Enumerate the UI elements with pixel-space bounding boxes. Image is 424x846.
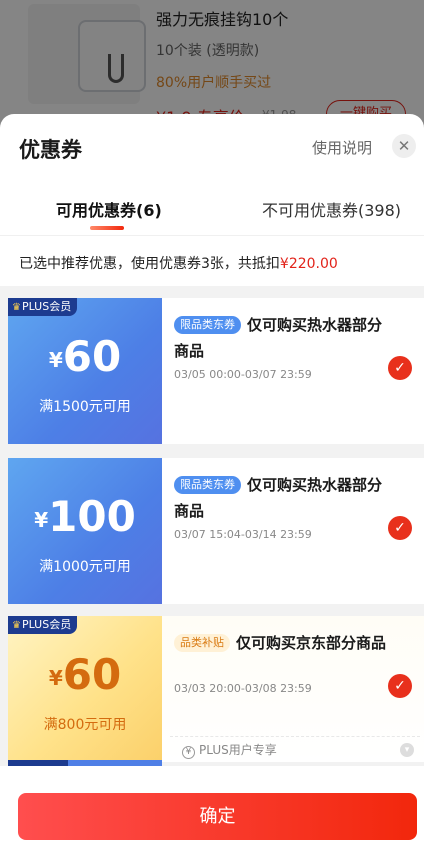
coupon-card[interactable]: ♛PLUS会员 ¥60 满1500元可用 限品类东券 仅可购买热水器部分商品 03… bbox=[8, 298, 424, 444]
checkmark-icon[interactable]: ✓ bbox=[388, 356, 412, 380]
checkmark-icon[interactable]: ✓ bbox=[388, 674, 412, 698]
coupon-validity: 03/07 15:04-03/14 23:59 bbox=[174, 528, 312, 541]
summary-text: 已选中推荐优惠，使用优惠券3张，共抵扣 bbox=[19, 256, 280, 272]
coupon-card[interactable]: ¥100 满1000元可用 限品类东券 仅可购买热水器部分商品 03/07 15:… bbox=[8, 458, 424, 604]
usage-instructions-link[interactable]: 使用说明 bbox=[312, 137, 372, 158]
coupon-details: 品类补贴 仅可购买京东部分商品 03/03 20:00-03/08 23:59 ✓… bbox=[162, 616, 424, 762]
coupon-sheet: 优惠券 使用说明 ✕ 可用优惠券(6) 不可用优惠券(398) 已选中推荐优惠，… bbox=[0, 114, 424, 846]
sheet-header: 优惠券 使用说明 ✕ bbox=[0, 114, 424, 180]
coupon-details: 限品类东券 仅可购买热水器部分商品 03/07 15:04-03/14 23:59… bbox=[162, 458, 424, 604]
crown-icon: ♛ bbox=[12, 620, 21, 631]
summary-amount: ¥220.00 bbox=[279, 256, 338, 272]
coupon-description: 限品类东券 仅可购买热水器部分商品 bbox=[174, 316, 383, 360]
plus-member-badge: ♛PLUS会员 bbox=[8, 298, 78, 316]
coupon-amount: ¥60 bbox=[48, 332, 122, 381]
coupon-value-panel: ♛PLUS会员 ¥60 满1500元可用 bbox=[8, 298, 162, 444]
confirm-button[interactable]: 确定 bbox=[18, 793, 417, 840]
coupon-validity: 03/05 00:00-03/07 23:59 bbox=[174, 368, 312, 381]
coupon-card[interactable]: ♛PLUS会员 ¥60 满800元可用 品类补贴 仅可购买京东部分商品 03/03… bbox=[8, 616, 424, 762]
yen-circle-icon: ¥ bbox=[182, 746, 195, 759]
plus-exclusive-label: PLUS用户专享 bbox=[199, 743, 277, 757]
discount-summary: 已选中推荐优惠，使用优惠券3张，共抵扣¥220.00 bbox=[0, 236, 424, 284]
coupon-description: 限品类东券 仅可购买热水器部分商品 bbox=[174, 476, 383, 520]
coupon-description: 品类补贴 仅可购买京东部分商品 bbox=[174, 630, 392, 656]
sheet-footer: 确定 bbox=[0, 766, 424, 846]
plus-exclusive-row[interactable]: ¥ PLUS用户专享 ▾ bbox=[170, 736, 420, 762]
coupon-condition: 满1500元可用 bbox=[39, 399, 131, 415]
crown-icon: ♛ bbox=[12, 302, 21, 313]
coupon-type-tag: 限品类东券 bbox=[174, 476, 241, 494]
plus-member-badge: ♛PLUS会员 bbox=[8, 616, 78, 634]
coupon-amount: ¥60 bbox=[48, 650, 122, 699]
coupon-details: 限品类东券 仅可购买热水器部分商品 03/05 00:00-03/07 23:59… bbox=[162, 298, 424, 444]
tab-available[interactable]: 可用优惠券(6) bbox=[56, 197, 162, 221]
close-icon[interactable]: ✕ bbox=[392, 134, 416, 158]
coupon-condition: 满1000元可用 bbox=[39, 559, 131, 575]
coupon-value-panel: ¥100 满1000元可用 bbox=[8, 458, 162, 604]
coupon-list[interactable]: ♛PLUS会员 ¥60 满1500元可用 限品类东券 仅可购买热水器部分商品 03… bbox=[0, 286, 424, 766]
chevron-down-icon[interactable]: ▾ bbox=[400, 743, 414, 757]
active-tab-indicator bbox=[90, 226, 124, 230]
coupon-type-tag: 限品类东券 bbox=[174, 316, 241, 334]
checkmark-icon[interactable]: ✓ bbox=[388, 516, 412, 540]
coupon-validity: 03/03 20:00-03/08 23:59 bbox=[174, 682, 312, 695]
coupon-tabs: 可用优惠券(6) 不可用优惠券(398) bbox=[0, 180, 424, 236]
tab-unavailable[interactable]: 不可用优惠券(398) bbox=[262, 197, 401, 221]
coupon-amount: ¥100 bbox=[34, 492, 136, 541]
sheet-title: 优惠券 bbox=[19, 138, 82, 162]
coupon-type-tag: 品类补贴 bbox=[174, 634, 230, 652]
coupon-condition: 满800元可用 bbox=[43, 717, 127, 733]
coupon-value-panel: ♛PLUS会员 ¥60 满800元可用 bbox=[8, 616, 162, 762]
